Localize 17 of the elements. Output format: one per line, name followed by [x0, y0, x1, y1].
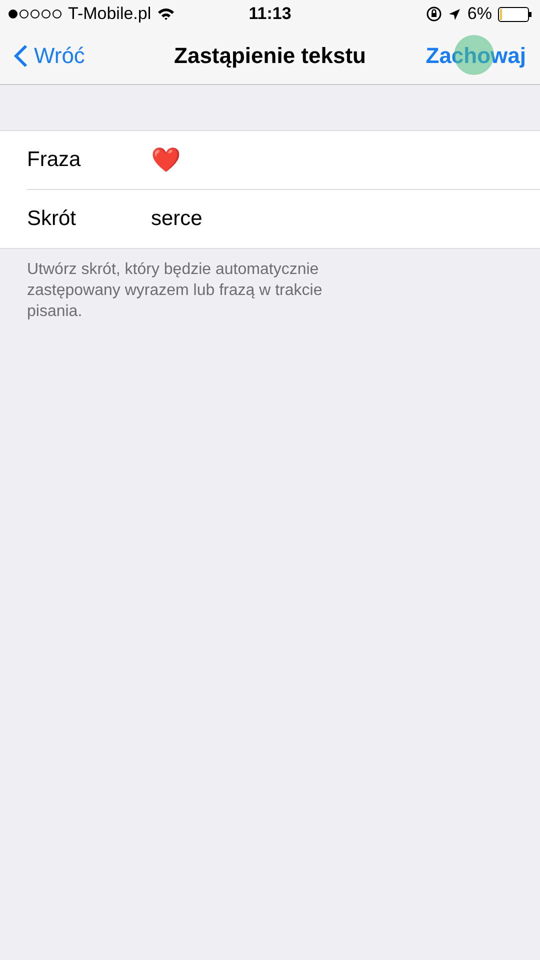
input-field[interactable]: serce	[151, 207, 202, 231]
save-button[interactable]: Zachowaj	[426, 43, 526, 69]
signal-icon	[8, 9, 62, 19]
input-field[interactable]: ❤	[151, 146, 181, 174]
back-button[interactable]: Wróć	[14, 43, 85, 69]
carrier-name: T-Mobile.pl	[68, 4, 152, 24]
battery-percent: 6%	[467, 4, 492, 24]
wifi-icon	[157, 7, 176, 21]
field-label: Skrót	[27, 207, 78, 231]
field-label: Fraza	[27, 148, 82, 172]
battery-icon	[498, 6, 532, 22]
rotation-lock-icon	[426, 6, 442, 22]
location-arrow-icon	[448, 8, 462, 20]
screen-title: Zastąpienie tekstu	[174, 43, 366, 69]
hint-text: Utwórz skrót, który będzie automatycznie zastępowany wyrazem lub frazą w trakcie pisania.	[26, 260, 324, 322]
clock: 11:13	[248, 4, 292, 24]
chevron-icon	[14, 44, 28, 68]
